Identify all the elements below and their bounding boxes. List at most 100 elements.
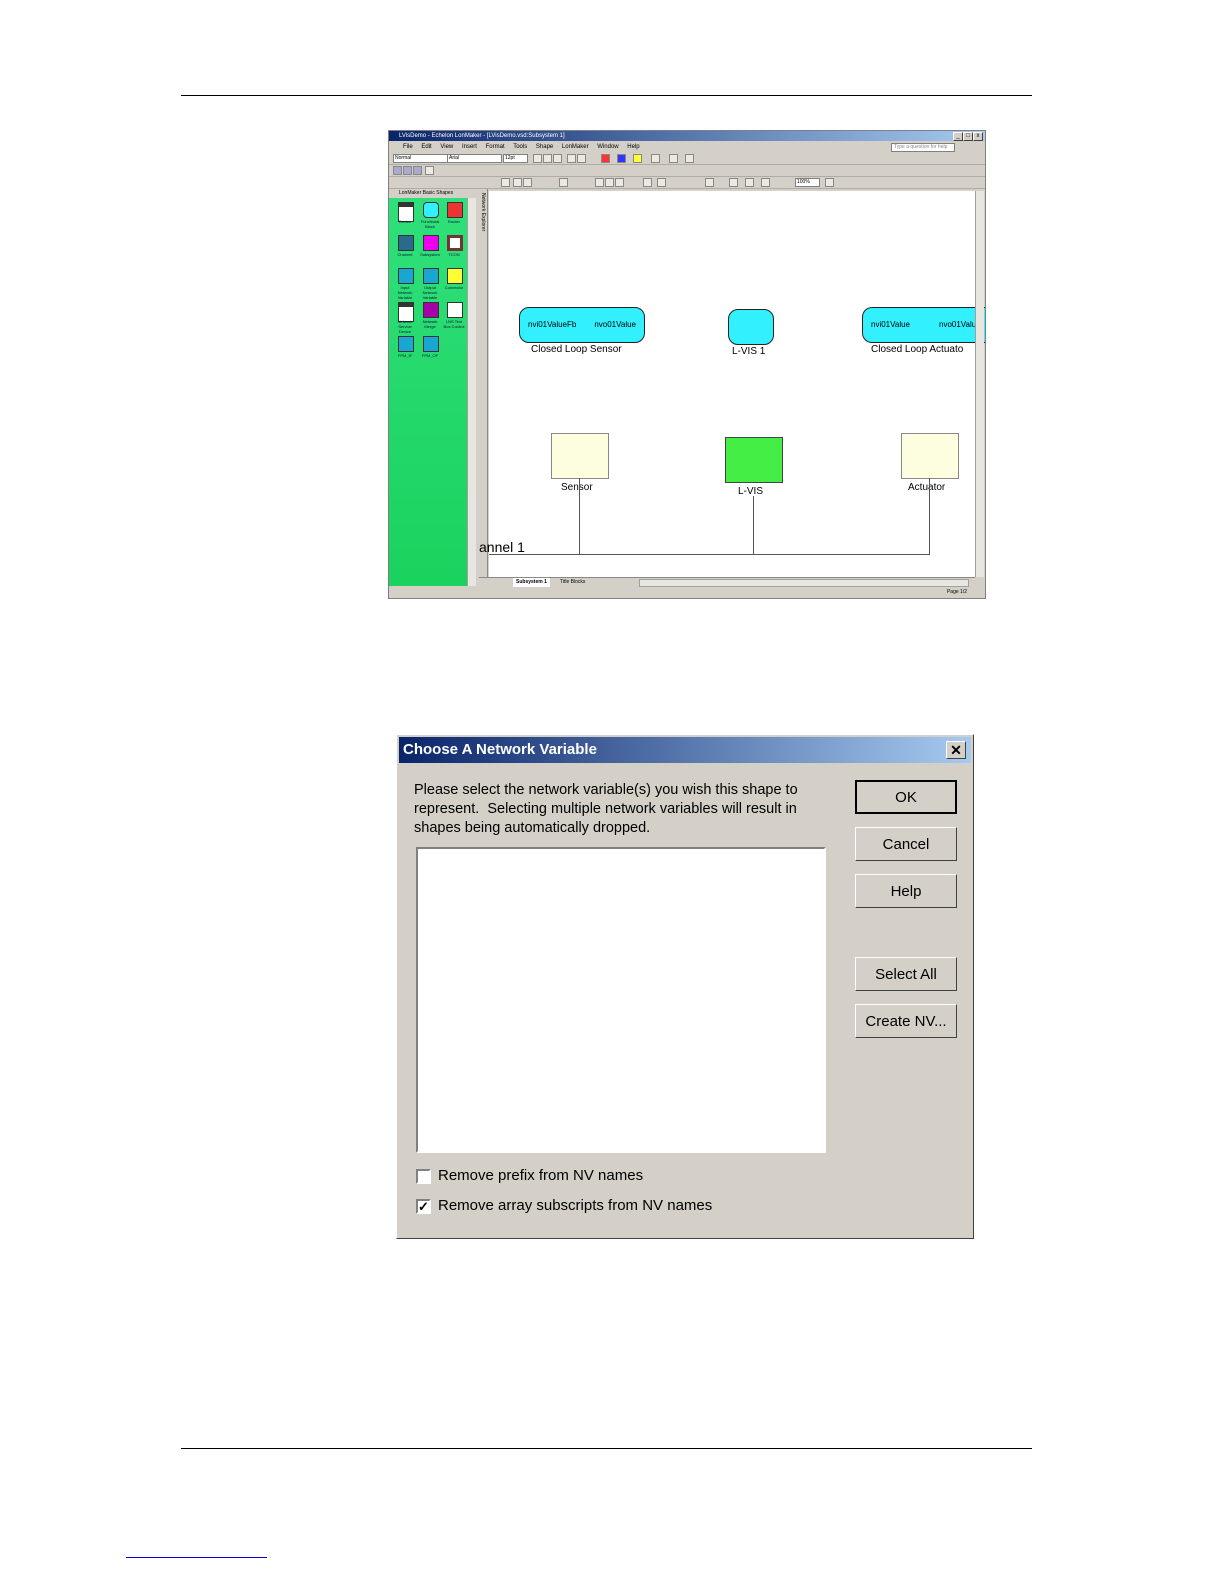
menu-help[interactable]: Help bbox=[627, 144, 639, 150]
functional-block[interactable] bbox=[728, 309, 774, 345]
device-shape-sensor[interactable] bbox=[551, 433, 609, 479]
canvas-vertical-scrollbar[interactable] bbox=[975, 191, 984, 577]
menu-tools[interactable]: Tools bbox=[513, 144, 527, 150]
horizontal-scrollbar[interactable] bbox=[639, 579, 969, 587]
fill-color-icon[interactable] bbox=[633, 154, 642, 163]
print-icon[interactable] bbox=[559, 178, 568, 187]
footer-link-underline bbox=[126, 1557, 267, 1558]
close-icon[interactable]: x bbox=[973, 132, 983, 141]
drawing-canvas[interactable]: nvi01ValueFb nvo01Value Closed Loop Sens… bbox=[479, 191, 985, 577]
stencil-subsystem-icon[interactable] bbox=[423, 235, 439, 251]
stencil-label: Connector bbox=[444, 285, 464, 290]
stencil-label: FPM_OF bbox=[421, 353, 439, 358]
maximize-icon[interactable]: □ bbox=[963, 132, 973, 141]
stencil-label: Network Service Device bbox=[397, 319, 413, 334]
lonmaker-tool-1-icon[interactable] bbox=[393, 166, 402, 175]
stencil-output-nv-icon[interactable] bbox=[423, 268, 439, 284]
cut-icon[interactable] bbox=[595, 178, 604, 187]
stencil-fpm-if-icon[interactable] bbox=[398, 336, 414, 352]
copy-icon[interactable] bbox=[605, 178, 614, 187]
line-ends-icon[interactable] bbox=[685, 154, 694, 163]
select-all-button[interactable]: Select All bbox=[855, 957, 957, 991]
line-tool-icon[interactable] bbox=[761, 178, 770, 187]
pointer-icon[interactable] bbox=[705, 178, 714, 187]
font-combo[interactable]: Arial bbox=[447, 154, 502, 163]
create-nv-button[interactable]: Create NV... bbox=[855, 1004, 957, 1038]
zoom-combo[interactable]: 100% bbox=[795, 178, 820, 187]
ok-button[interactable]: OK bbox=[855, 780, 957, 814]
menu-shape[interactable]: Shape bbox=[536, 144, 553, 150]
menu-format[interactable]: Format bbox=[486, 144, 505, 150]
window-titlebar: LVisDemo - Echelon LonMaker - [LVisDemo.… bbox=[389, 131, 985, 141]
sheet-tab-subsystem[interactable]: Subsystem 1 bbox=[513, 578, 550, 587]
stencil-lns-text-box-icon[interactable] bbox=[447, 302, 463, 318]
menu-insert[interactable]: Insert bbox=[462, 144, 477, 150]
device-shape-actuator[interactable] bbox=[901, 433, 959, 479]
open-icon[interactable] bbox=[513, 178, 522, 187]
network-explorer-tab[interactable]: Network Explorer bbox=[479, 189, 488, 586]
status-bar: Page 1/2 bbox=[389, 587, 985, 598]
output-nv-label: nvo01Value bbox=[594, 320, 636, 329]
bold-icon[interactable] bbox=[533, 154, 542, 163]
menu-file[interactable]: File bbox=[403, 144, 413, 150]
lonmaker-tool-2-icon[interactable] bbox=[403, 166, 412, 175]
paste-icon[interactable] bbox=[615, 178, 624, 187]
redo-icon[interactable] bbox=[657, 178, 666, 187]
stencil-functional-block-icon[interactable] bbox=[423, 202, 439, 218]
menu-lonmaker[interactable]: LonMaker bbox=[562, 144, 589, 150]
line-color-icon[interactable] bbox=[617, 154, 626, 163]
cancel-button[interactable]: Cancel bbox=[855, 827, 957, 861]
remove-array-subscripts-checkbox[interactable]: ✓ bbox=[416, 1199, 431, 1214]
channel-drop-line bbox=[579, 478, 580, 554]
new-icon[interactable] bbox=[501, 178, 510, 187]
functional-block[interactable]: nvi01Value nvo01Valu bbox=[862, 307, 985, 343]
remove-prefix-label: Remove prefix from NV names bbox=[438, 1167, 644, 1184]
stencil-tcon-icon[interactable] bbox=[447, 235, 463, 251]
prompt-line: represent. Selecting multiple network va… bbox=[414, 801, 797, 817]
rectangle-tool-icon[interactable] bbox=[745, 178, 754, 187]
network-variable-list[interactable] bbox=[416, 847, 826, 1153]
block-label: Closed Loop Actuato bbox=[871, 344, 964, 355]
page-status: Page 1/2 bbox=[946, 589, 967, 595]
stencil-router-icon[interactable] bbox=[447, 202, 463, 218]
sheet-tab-title-blocks[interactable]: Title Blocks bbox=[557, 578, 588, 587]
size-combo[interactable]: 12pt bbox=[503, 154, 528, 163]
lonmaker-tool-3-icon[interactable] bbox=[413, 166, 422, 175]
menu-view[interactable]: View bbox=[440, 144, 453, 150]
line-weight-icon[interactable] bbox=[651, 154, 660, 163]
network-explorer-label: Network Explorer bbox=[480, 193, 486, 232]
device-shape-lvis[interactable] bbox=[725, 437, 783, 483]
align-left-icon[interactable] bbox=[567, 154, 576, 163]
help-icon[interactable] bbox=[825, 178, 834, 187]
stencil-label: Router bbox=[447, 219, 460, 224]
stencil-input-nv-icon[interactable] bbox=[398, 268, 414, 284]
save-icon[interactable] bbox=[523, 178, 532, 187]
stencil-channel-icon[interactable] bbox=[398, 235, 414, 251]
help-search-input[interactable]: Type a question for help bbox=[891, 143, 955, 152]
remove-prefix-checkbox[interactable] bbox=[416, 1169, 431, 1184]
menu-edit[interactable]: Edit bbox=[421, 144, 431, 150]
stencil-network-merge-icon[interactable] bbox=[423, 302, 439, 318]
text-tool-icon[interactable] bbox=[729, 178, 738, 187]
line-pattern-icon[interactable] bbox=[669, 154, 678, 163]
prompt-line: shapes being automatically dropped. bbox=[414, 820, 651, 836]
underline-icon[interactable] bbox=[553, 154, 562, 163]
italic-icon[interactable] bbox=[543, 154, 552, 163]
functional-block[interactable]: nvi01ValueFb nvo01Value bbox=[519, 307, 645, 343]
menu-window[interactable]: Window bbox=[597, 144, 618, 150]
channel-line bbox=[489, 554, 930, 555]
help-button[interactable]: Help bbox=[855, 874, 957, 908]
style-combo[interactable]: Normal bbox=[393, 154, 448, 163]
lonmaker-tool-4-icon[interactable] bbox=[425, 166, 434, 175]
minimize-icon[interactable]: _ bbox=[953, 132, 963, 141]
dialog-title: Choose A Network Variable bbox=[403, 741, 597, 758]
align-center-icon[interactable] bbox=[577, 154, 586, 163]
font-color-icon[interactable] bbox=[601, 154, 610, 163]
undo-icon[interactable] bbox=[643, 178, 652, 187]
stencil-scrollbar[interactable] bbox=[467, 198, 476, 586]
stencil-fpm-of-icon[interactable] bbox=[423, 336, 439, 352]
stencil-connector-icon[interactable] bbox=[447, 268, 463, 284]
footer-rule bbox=[181, 1448, 1032, 1449]
sheet-tabs-bar: Subsystem 1 Title Blocks bbox=[479, 577, 975, 587]
close-icon[interactable]: ✕ bbox=[946, 741, 966, 759]
